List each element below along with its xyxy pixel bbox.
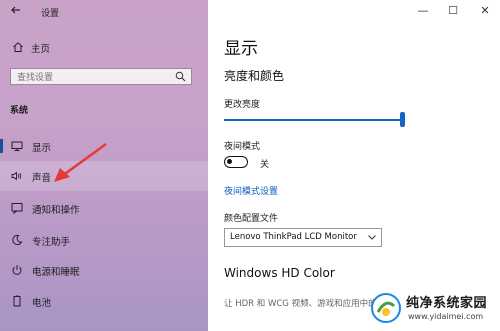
maximize-button[interactable]: ☐ <box>438 0 468 22</box>
toggle-knob <box>227 159 232 164</box>
search-icon[interactable] <box>175 71 186 82</box>
title-bar: 设置 <box>0 0 208 24</box>
color-profile-select[interactable]: Lenovo ThinkPad LCD Monitor <box>224 228 382 247</box>
color-profile-label: 颜色配置文件 <box>224 214 279 224</box>
night-mode-settings-link[interactable]: 夜间模式设置 <box>224 184 278 197</box>
hd-color-title: Windows HD Color <box>224 266 335 280</box>
sidebar-item-battery[interactable]: 电池 <box>0 286 208 316</box>
close-button[interactable]: ✕ <box>470 0 500 22</box>
sidebar-item-label: 声音 <box>32 173 52 184</box>
brightness-slider-thumb[interactable] <box>400 112 405 127</box>
sidebar-item-label: 专注助手 <box>32 237 71 248</box>
back-arrow-icon <box>11 6 20 14</box>
moon-icon <box>12 234 23 246</box>
color-profile-value: Lenovo ThinkPad LCD Monitor <box>230 232 357 242</box>
sidebar-item-display[interactable]: 显示 <box>0 131 208 161</box>
sidebar-item-notifications[interactable]: 通知和操作 <box>0 193 208 223</box>
minimize-button[interactable]: — <box>408 0 438 22</box>
sidebar-item-label: 显示 <box>32 143 52 154</box>
search-box[interactable] <box>10 68 192 85</box>
night-mode-state: 关 <box>260 160 270 170</box>
app-title: 设置 <box>41 9 60 19</box>
sidebar-item-home[interactable]: 主页 <box>0 38 208 58</box>
sidebar-item-sound[interactable]: 声音 <box>0 161 208 191</box>
hd-color-description: 让 HDR 和 WCG 视频、游戏和应用中的画面 <box>224 299 394 309</box>
sidebar-item-label: 通知和操作 <box>32 205 80 216</box>
speaker-icon <box>11 171 22 181</box>
main-panel: — ☐ ✕ 显示 亮度和颜色 更改亮度 夜间模式 关 夜间模式设置 颜色配置文件… <box>208 0 500 331</box>
brightness-slider[interactable] <box>224 119 402 121</box>
night-mode-toggle[interactable] <box>224 156 248 168</box>
back-button[interactable] <box>8 4 24 20</box>
home-icon <box>13 42 23 52</box>
monitor-icon <box>11 141 23 151</box>
sidebar: 设置 主页 系统 显示 声音 通知和操作 <box>0 0 208 331</box>
search-input[interactable] <box>15 70 169 85</box>
power-icon <box>12 265 22 275</box>
page-title: 显示 <box>224 39 258 59</box>
sidebar-item-label: 电源和睡眠 <box>32 267 80 278</box>
section-title: 亮度和颜色 <box>224 69 285 83</box>
night-mode-label: 夜间模式 <box>224 142 261 152</box>
sidebar-item-label: 电池 <box>32 298 52 309</box>
chevron-down-icon <box>368 235 376 240</box>
notification-icon <box>11 203 23 214</box>
section-label: 系统 <box>10 106 29 116</box>
sidebar-item-focus-assist[interactable]: 专注助手 <box>0 225 208 255</box>
brightness-label: 更改亮度 <box>224 100 261 110</box>
battery-icon <box>13 295 21 307</box>
sidebar-item-label: 主页 <box>31 44 51 55</box>
sidebar-item-power-sleep[interactable]: 电源和睡眠 <box>0 255 208 285</box>
